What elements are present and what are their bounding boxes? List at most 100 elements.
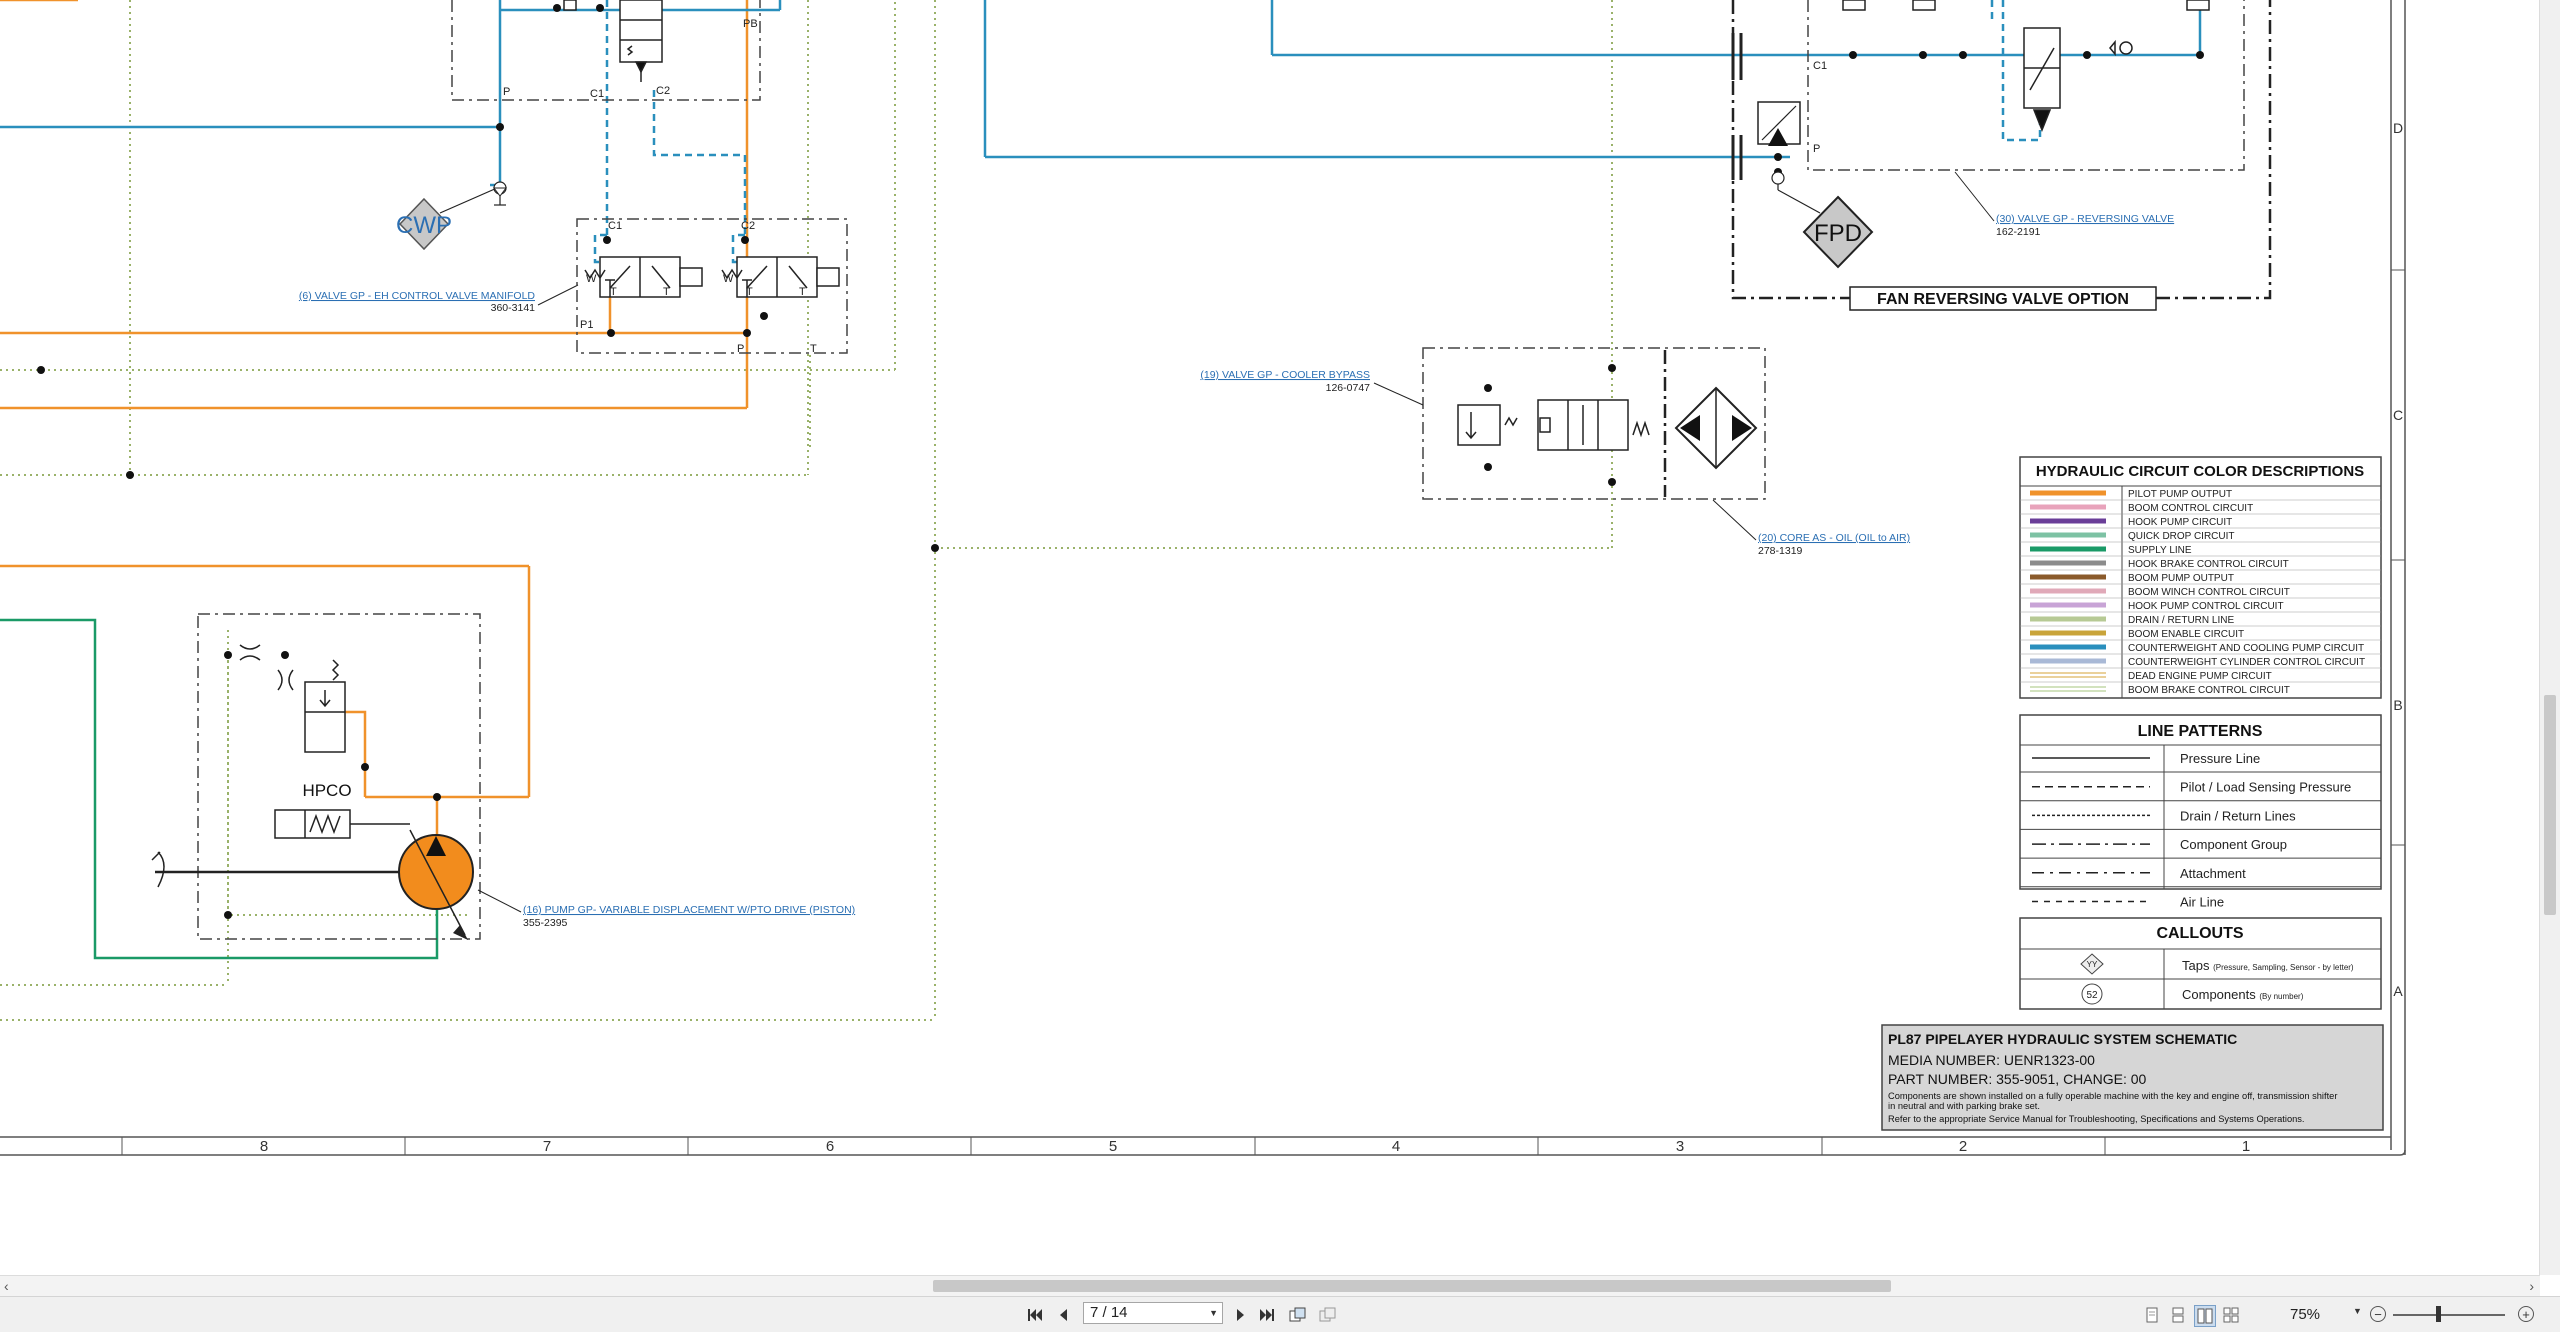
vertical-scroll-thumb[interactable] [2544,695,2556,915]
color-legend: HYDRAULIC CIRCUIT COLOR DESCRIPTIONS PIL… [2019,456,2382,699]
grid-row-c: C [2393,407,2403,423]
line-pattern-row: Air Line [2032,895,2224,910]
components-symbol-text: 52 [2086,990,2098,1001]
page-dropdown-icon[interactable]: ▼ [1209,1303,1218,1323]
color-legend-title: HYDRAULIC CIRCUIT COLOR DESCRIPTIONS [2036,463,2364,480]
cwp-label: CWP [396,212,452,239]
color-legend-label: DEAD ENGINE PUMP CIRCUIT [2128,671,2272,682]
port-c2: C2 [741,220,755,232]
line-pattern-legend: LINE PATTERNS Pressure Line Pilot / Load … [2019,714,2382,910]
vertical-scrollbar[interactable] [2539,0,2560,1275]
grid-col-8: 8 [260,1138,268,1155]
port-labels: P PB C1 C2 C1 C2 W W T T T T P1 P T C1 P… [503,18,1827,450]
port-c1-top: C1 [590,88,604,100]
next-view-icon [1319,1307,1336,1322]
cooler-bypass-link[interactable]: (19) VALVE GP - COOLER BYPASS [1200,369,1370,381]
grid-row-b: B [2393,697,2402,713]
schematic-title: PL87 PIPELAYER HYDRAULIC SYSTEM SCHEMATI… [1888,1031,2237,1047]
zoom-in-button[interactable]: + [2518,1306,2534,1322]
hpco-group: HPCO [239,644,410,839]
color-legend-label: COUNTERWEIGHT AND COOLING PUMP CIRCUIT [2128,643,2364,654]
note-line-1: Components are shown installed on a full… [1888,1091,2337,1101]
continuous-view-button[interactable] [2168,1305,2188,1325]
port-p: P [503,86,510,98]
reversing-valve-link[interactable]: (30) VALVE GP - REVERSING VALVE [1996,213,2174,225]
port-t4: T [799,286,806,298]
horizontal-scrollbar[interactable]: ‹ › [0,1275,2540,1296]
color-legend-label: HOOK PUMP CONTROL CIRCUIT [2128,601,2284,612]
next-view-button[interactable] [1317,1304,1339,1326]
cooler-bypass-callout: (19) VALVE GP - COOLER BYPASS 126-0747 [1200,369,1424,406]
callouts-legend: CALLOUTS YY Taps (Pressure, Sampling, Se… [2019,917,2382,1010]
port-w1: W [586,273,597,285]
color-legend-label: BOOM CONTROL CIRCUIT [2128,503,2253,514]
core-link[interactable]: (20) CORE AS - OIL (OIL to AIR) [1758,532,1910,544]
hpco-label: HPCO [302,781,351,800]
fan-option-label: FAN REVERSING VALVE OPTION [1877,291,2129,308]
note-line-2: in neutral and with parking brake set. [1888,1101,2040,1111]
zoom-level-value[interactable]: 75% [2290,1306,2320,1323]
single-page-view-button[interactable] [2142,1305,2162,1325]
pump-callout: (16) PUMP GP- VARIABLE DISPLACEMENT W/PT… [477,889,855,929]
reversing-valve [1731,0,2210,180]
horizontal-scroll-thumb[interactable] [933,1280,1891,1292]
continuous-icon [2172,1307,2184,1323]
line-pattern-title: LINE PATTERNS [2138,723,2263,740]
scroll-left-arrow-icon[interactable]: ‹ [4,1276,9,1296]
continuous-facing-view-button[interactable] [2221,1305,2241,1325]
color-legend-label: QUICK DROP CIRCUIT [2128,531,2235,542]
grid-col-6: 6 [826,1138,834,1155]
document-viewport[interactable]: 8 7 6 5 4 3 2 1 D C B A CWP P PB C1 C2 C… [0,0,2540,1275]
grid-col-1: 1 [2242,1138,2250,1155]
fpd-label: FPD [1814,220,1862,247]
pump-link[interactable]: (16) PUMP GP- VARIABLE DISPLACEMENT W/PT… [523,904,855,916]
line-pattern-label: Pressure Line [2180,751,2260,766]
media-number: MEDIA NUMBER: UENR1323-00 [1888,1052,2095,1068]
previous-page-button[interactable] [1052,1304,1074,1326]
zoom-slider[interactable] [2393,1314,2505,1316]
facing-icon [2197,1308,2213,1324]
scroll-right-arrow-icon[interactable]: › [2529,1276,2534,1296]
drain-lines [0,0,1613,1021]
line-pattern-label: Pilot / Load Sensing Pressure [2180,780,2351,795]
next-page-button[interactable] [1230,1304,1252,1326]
port-t2: T [663,286,670,298]
port-p1: P1 [580,319,593,331]
page-number-input[interactable]: 7 / 14 ▼ [1083,1302,1223,1324]
zoom-dropdown-icon[interactable]: ▼ [2353,1306,2362,1316]
fan-option-label-box: FAN REVERSING VALVE OPTION [1849,286,2157,311]
color-legend-label: DRAIN / RETURN LINE [2128,615,2234,626]
first-page-icon [1028,1309,1042,1321]
schematic-sheet: 8 7 6 5 4 3 2 1 D C B A CWP P PB C1 C2 C… [0,0,2406,1156]
port-c1-rev: C1 [1813,60,1827,72]
port-t-eh: T [810,343,817,355]
note-line-3: Refer to the appropriate Service Manual … [1888,1114,2305,1124]
zoom-slider-handle[interactable] [2436,1306,2441,1322]
grid-row-a: A [2393,983,2403,999]
components-symbol: 52 [2081,983,2103,1005]
port-p-rev: P [1813,143,1820,155]
previous-view-button[interactable] [1287,1304,1309,1326]
callouts-title: CALLOUTS [2156,925,2243,942]
title-block: PL87 PIPELAYER HYDRAULIC SYSTEM SCHEMATI… [1881,1024,2384,1131]
facing-view-button[interactable] [2194,1305,2216,1327]
line-pattern-label: Component Group [2180,837,2287,852]
pump-part: 355-2395 [523,917,568,929]
zoom-out-button[interactable]: − [2370,1306,2386,1322]
continuous-facing-icon [2223,1307,2239,1323]
first-page-button[interactable] [1024,1304,1046,1326]
color-legend-label: BOOM WINCH CONTROL CIRCUIT [2128,587,2290,598]
cooling-lines [0,0,2202,187]
eh-valve-link[interactable]: (6) VALVE GP - EH CONTROL VALVE MANIFOLD [299,290,536,302]
single-page-icon [2146,1307,2158,1323]
grid-row-d: D [2393,120,2403,136]
color-legend-label: HOOK BRAKE CONTROL CIRCUIT [2128,559,2289,570]
port-p-eh: P [737,343,744,355]
port-t3: T [746,286,753,298]
line-pattern-label: Drain / Return Lines [2180,808,2296,823]
supply-lines [0,618,439,960]
page-number-value: 7 / 14 [1090,1304,1128,1321]
viewer-toolbar: 7 / 14 ▼ 75% ▼ − + [0,1296,2560,1332]
last-page-button[interactable] [1256,1304,1278,1326]
eh-valve-1 [584,256,703,298]
